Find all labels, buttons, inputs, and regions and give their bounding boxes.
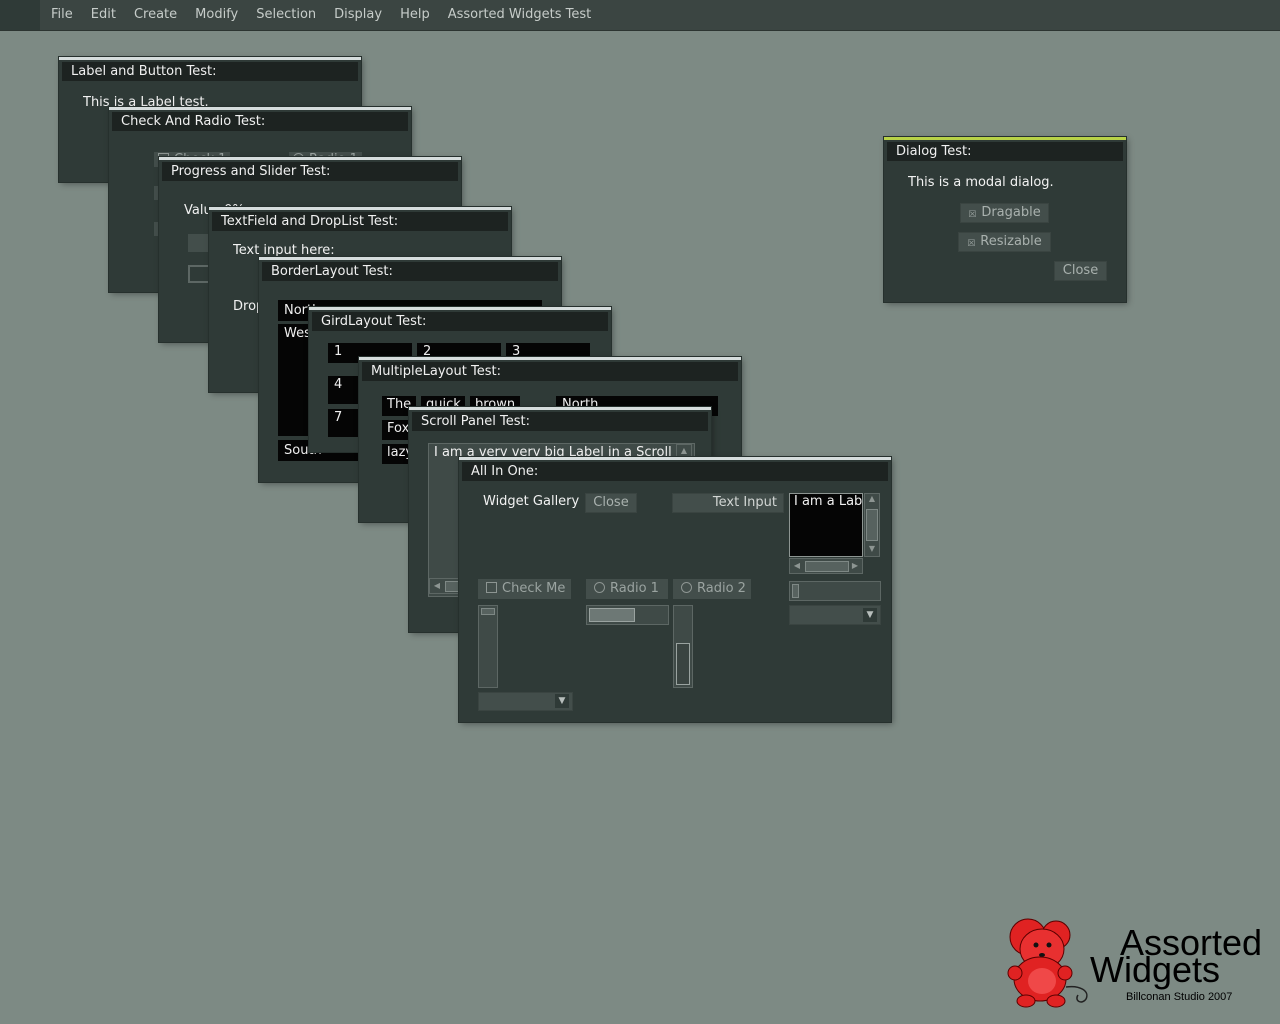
check-me[interactable]: Check Me	[478, 579, 571, 599]
menu-bar: File Edit Create Modify Selection Displa…	[0, 0, 1280, 31]
text-input-field[interactable]: Text Input	[672, 493, 784, 513]
menu-assorted-widgets-test[interactable]: Assorted Widgets Test	[439, 0, 601, 30]
vertical-scroll-thumb[interactable]	[866, 509, 878, 541]
dragable-checkbox[interactable]: ☒ Dragable	[960, 203, 1049, 223]
window-title[interactable]: Check And Radio Test:	[112, 112, 408, 131]
menu-items: File Edit Create Modify Selection Displa…	[42, 0, 600, 30]
mouse-mascot-icon	[1007, 918, 1088, 1008]
radio-2[interactable]: Radio 2	[673, 579, 751, 599]
radio-icon	[594, 582, 605, 593]
grid-cell-text: 7	[334, 410, 343, 425]
logo-credit: Billconan Studio 2007	[1126, 991, 1233, 1003]
menu-selection[interactable]: Selection	[247, 0, 325, 30]
chevron-down-icon[interactable]: ▼	[555, 694, 569, 708]
menu-modify[interactable]: Modify	[186, 0, 247, 30]
all-in-one-window[interactable]: All In One: Widget Gallery Close Text In…	[459, 457, 891, 722]
scroll-up-icon[interactable]: ▲	[866, 494, 878, 506]
text-input-label: Text input here:	[233, 243, 335, 258]
progress-fill	[589, 608, 635, 622]
checkbox-icon	[486, 582, 497, 593]
checked-box-icon: ☒	[968, 210, 977, 220]
vertical-slider-handle[interactable]	[481, 608, 495, 615]
window-title[interactable]: TextField and DropList Test:	[212, 212, 508, 231]
checked-box-icon: ☒	[967, 239, 976, 249]
dialog-window[interactable]: Dialog Test: This is a modal dialog. ☒ Dr…	[884, 137, 1126, 302]
slider-handle[interactable]	[792, 584, 799, 598]
window-title[interactable]: GirdLayout Test:	[312, 312, 608, 331]
check-me-label: Check Me	[502, 581, 566, 596]
vertical-progress-fill	[676, 643, 690, 685]
menu-display[interactable]: Display	[325, 0, 391, 30]
vertical-progress	[673, 605, 693, 688]
window-title[interactable]: Dialog Test:	[887, 142, 1123, 161]
menu-help[interactable]: Help	[391, 0, 439, 30]
resizable-label: Resizable	[980, 234, 1042, 249]
assorted-widgets-logo: Assorted Widgets Billconan Studio 2007	[1000, 915, 1270, 1015]
scroll-right-icon[interactable]: ▶	[849, 561, 861, 573]
radio-icon	[681, 582, 692, 593]
radio-1[interactable]: Radio 1	[586, 579, 668, 599]
grid-cell-text: 1	[334, 344, 343, 359]
text-input-value: Text Input	[712, 495, 777, 510]
menu-file[interactable]: File	[42, 0, 82, 30]
horizontal-scroll-thumb[interactable]	[805, 561, 849, 572]
widget-gallery-label: Widget Gallery	[483, 494, 580, 509]
close-button[interactable]: Close	[1054, 261, 1107, 281]
window-title[interactable]: All In One:	[462, 462, 888, 481]
dragable-label: Dragable	[981, 205, 1041, 220]
menu-corner	[0, 0, 40, 30]
logo-line-2: Widgets	[1090, 949, 1221, 990]
radio-2-label: Radio 2	[697, 581, 746, 596]
scroll-down-icon[interactable]: ▼	[866, 544, 878, 556]
scroll-left-icon[interactable]: ◀	[431, 581, 443, 593]
scroll-panel[interactable]: I am a Label ▲ ▼ ◀ ▶	[789, 493, 881, 575]
horizontal-slider[interactable]	[789, 581, 881, 601]
word-text: The	[387, 397, 412, 412]
window-title[interactable]: MultipleLayout Test:	[362, 362, 738, 381]
menu-edit[interactable]: Edit	[82, 0, 125, 30]
menu-create[interactable]: Create	[125, 0, 186, 30]
progress-bar	[586, 605, 669, 625]
vertical-slider[interactable]	[478, 605, 498, 688]
window-title[interactable]: BorderLayout Test:	[262, 262, 558, 281]
grid-cell-text: 4	[334, 377, 343, 392]
scroll-left-icon[interactable]: ◀	[791, 561, 803, 573]
radio-1-label: Radio 1	[610, 581, 659, 596]
close-button[interactable]: Close	[585, 493, 637, 513]
window-title[interactable]: Scroll Panel Test:	[412, 412, 708, 431]
resizable-checkbox[interactable]: ☒ Resizable	[958, 232, 1051, 252]
window-title[interactable]: Label and Button Test:	[62, 62, 358, 81]
chevron-down-icon[interactable]: ▼	[863, 608, 877, 622]
horizontal-scroll-thumb[interactable]	[445, 581, 459, 592]
window-title[interactable]: Progress and Slider Test:	[162, 162, 458, 181]
dialog-message: This is a modal dialog.	[908, 175, 1054, 190]
word-text: Fox	[387, 421, 410, 436]
big-label: I am a Label	[794, 494, 863, 509]
label-viewport: I am a Label	[789, 493, 863, 557]
